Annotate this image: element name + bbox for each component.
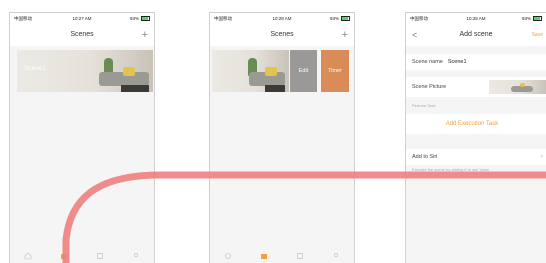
scene-card[interactable] [212,50,289,92]
battery-icon [141,16,150,21]
edit-button[interactable]: Edit [290,50,317,92]
save-button[interactable]: Save [532,24,543,46]
phone-screen-scene-actions: 中国移动 10:28 AM 93% Scenes + Edit Timer [209,12,355,263]
profile-icon[interactable] [331,252,341,260]
tab-bar [210,252,354,263]
status-bar: 中国移动 10:28 AM 93% [210,13,354,24]
scene-picture-label: Scene Picture [412,84,447,90]
status-bar: 中国移动 10:27 AM 93% [10,13,154,24]
add-scene-icon[interactable]: + [342,24,348,46]
scene-name-field[interactable]: Scene1 [448,59,467,65]
battery-icon [533,16,542,21]
scene-name-label: Scene1 [24,65,47,72]
nav-bar: Scenes + [210,24,354,46]
profile-icon[interactable] [131,252,141,260]
timer-button[interactable]: Timer [321,50,349,92]
time-label: 10:27 AM [72,16,92,21]
home-icon[interactable] [223,252,233,260]
status-bar: 中国移动 10:28 AM 93% [406,13,546,24]
add-execution-task-button[interactable]: Add Execution Task [406,114,546,134]
time-label: 10:28 AM [272,16,292,21]
nav-bar: Scenes + [10,24,154,46]
page-title: Scenes [70,31,94,38]
tab-bar [10,252,154,263]
nav-bar: < Add scene Save [406,24,546,46]
page-title: Add scene [459,31,493,38]
scenes-icon[interactable] [59,252,69,260]
battery-icon [341,16,350,21]
devices-icon[interactable] [95,252,105,260]
chevron-right-icon: > [540,154,543,160]
add-to-siri-row[interactable]: Add to Siri > [406,149,546,165]
devices-icon[interactable] [295,252,305,260]
back-icon[interactable]: < [412,24,417,46]
phone-screen-add-scene: 中国移动 10:28 AM 93% < Add scene Save Scene… [405,12,546,263]
phone-screen-scenes: 中国移动 10:27 AM 93% Scenes + Scene1 [9,12,155,263]
time-label: 10:28 AM [466,16,486,21]
home-icon[interactable] [23,252,33,260]
add-task-label: Add Execution Task [445,121,499,127]
scene-picture-thumbnail[interactable] [489,80,546,94]
add-to-siri-label: Add to Siri [412,154,438,160]
scene-picture-row[interactable]: Scene Picture [406,77,546,97]
scene-name-row[interactable]: Scene name Scene1 [406,54,546,70]
page-title: Scenes [270,31,294,38]
scene-card[interactable]: Scene1 [17,50,153,92]
add-scene-icon[interactable]: + [142,24,148,46]
scenes-icon[interactable] [259,252,269,260]
siri-description: Execute the scene by adding it to ask Vo… [412,167,490,172]
scene-name-label: Scene name [412,59,443,65]
perform-task-label: Perform Task [412,103,436,108]
